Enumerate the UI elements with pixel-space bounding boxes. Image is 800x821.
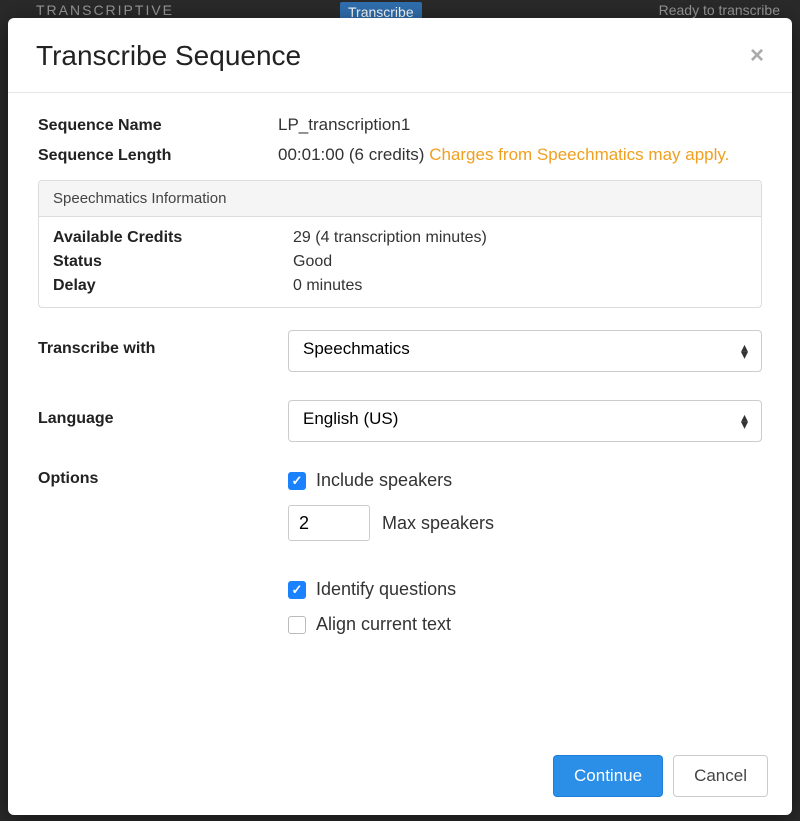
- sequence-name-value: LP_transcription1: [278, 115, 762, 135]
- dialog-header: Transcribe Sequence ×: [8, 18, 792, 93]
- align-text-label: Align current text: [316, 614, 451, 635]
- dialog-footer: Continue Cancel: [8, 739, 792, 815]
- language-row: Language English (US) ▴▾: [38, 400, 762, 442]
- identify-questions-checkbox[interactable]: [288, 581, 306, 599]
- transcribe-with-row: Transcribe with Speechmatics ▴▾: [38, 330, 762, 372]
- dialog-title: Transcribe Sequence: [36, 40, 301, 72]
- bg-status: Ready to transcribe: [659, 2, 780, 18]
- transcribe-with-label: Transcribe with: [38, 330, 288, 358]
- charges-warning-link[interactable]: Charges from Speechmatics may apply.: [429, 145, 729, 164]
- credits-value: 29 (4 transcription minutes): [293, 229, 747, 247]
- credits-row: Available Credits 29 (4 transcription mi…: [53, 229, 747, 247]
- sequence-name-row: Sequence Name LP_transcription1: [38, 115, 762, 135]
- identify-questions-label: Identify questions: [316, 579, 456, 600]
- speechmatics-info-panel: Speechmatics Information Available Credi…: [38, 180, 762, 308]
- transcribe-sequence-dialog: Transcribe Sequence × Sequence Name LP_t…: [8, 18, 792, 815]
- status-value: Good: [293, 253, 747, 271]
- options-row: Options Include speakers Max speakers Id…: [38, 470, 762, 649]
- delay-row: Delay 0 minutes: [53, 277, 747, 295]
- align-text-option: Align current text: [288, 614, 762, 635]
- sequence-length-row: Sequence Length 00:01:00 (6 credits) Cha…: [38, 145, 762, 165]
- credits-label: Available Credits: [53, 229, 293, 247]
- include-speakers-option: Include speakers: [288, 470, 762, 491]
- language-select[interactable]: English (US): [288, 400, 762, 442]
- sequence-length-label: Sequence Length: [38, 145, 278, 165]
- close-icon[interactable]: ×: [750, 44, 764, 68]
- delay-label: Delay: [53, 277, 293, 295]
- identify-questions-option: Identify questions: [288, 579, 762, 600]
- status-label: Status: [53, 253, 293, 271]
- transcribe-with-select[interactable]: Speechmatics: [288, 330, 762, 372]
- continue-button[interactable]: Continue: [553, 755, 663, 797]
- include-speakers-checkbox[interactable]: [288, 472, 306, 490]
- delay-value: 0 minutes: [293, 277, 747, 295]
- options-label: Options: [38, 470, 288, 488]
- sequence-length-value: 00:01:00 (6 credits) Charges from Speech…: [278, 145, 762, 165]
- dialog-body: Sequence Name LP_transcription1 Sequence…: [8, 93, 792, 739]
- include-speakers-label: Include speakers: [316, 470, 452, 491]
- cancel-button[interactable]: Cancel: [673, 755, 768, 797]
- status-row: Status Good: [53, 253, 747, 271]
- panel-body: Available Credits 29 (4 transcription mi…: [39, 217, 761, 307]
- align-text-checkbox[interactable]: [288, 616, 306, 634]
- language-label: Language: [38, 400, 288, 428]
- max-speakers-label: Max speakers: [382, 513, 494, 534]
- app-brand: TRANSCRIPTIVE: [36, 2, 174, 18]
- max-speakers-option: Max speakers: [288, 505, 762, 541]
- max-speakers-input[interactable]: [288, 505, 370, 541]
- sequence-name-label: Sequence Name: [38, 115, 278, 135]
- panel-title: Speechmatics Information: [39, 181, 761, 217]
- sequence-length-text: 00:01:00 (6 credits): [278, 145, 429, 164]
